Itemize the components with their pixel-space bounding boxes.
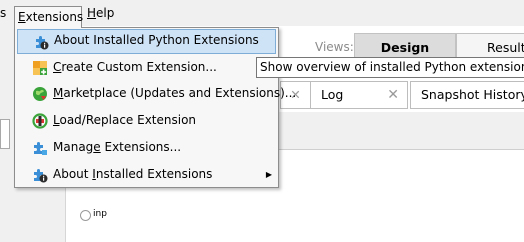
menu-item-label: Create Custom Extension... xyxy=(53,60,217,74)
menu-help[interactable]: Help xyxy=(84,5,117,23)
menu-item-create-custom-extension[interactable]: Create Custom Extension... xyxy=(17,56,276,81)
left-panel-field[interactable] xyxy=(0,119,10,149)
menu-item-label: Marketplace (Updates and Extensions)... xyxy=(53,86,297,100)
tooltip: Show overview of installed Python extens… xyxy=(256,57,524,78)
doc-tab-log[interactable]: Log ✕ xyxy=(310,81,408,109)
close-icon[interactable]: ✕ xyxy=(387,82,399,108)
marketplace-globe-icon xyxy=(32,86,48,102)
python-info-icon xyxy=(33,34,49,50)
menu-item-label: Load/Replace Extension xyxy=(53,113,197,127)
menu-statistics-partial[interactable]: s xyxy=(0,5,9,23)
load-replace-icon xyxy=(32,113,48,129)
menu-label: s xyxy=(0,6,7,20)
create-extension-icon xyxy=(32,60,48,76)
menu-label: elp xyxy=(96,6,115,20)
doc-tab-label: Log xyxy=(321,87,344,102)
views-label: Views: xyxy=(315,40,354,54)
menu-item-about-installed-extensions[interactable]: About Installed Extensions ▶ xyxy=(17,163,276,188)
menu-item-label: Manage Extensions... xyxy=(53,140,182,154)
menu-mnemonic: H xyxy=(87,6,97,20)
menu-extensions[interactable]: Extensions xyxy=(14,6,84,28)
doc-tab-snapshot-history[interactable]: Snapshot History xyxy=(410,81,524,109)
input-port-icon[interactable] xyxy=(80,210,91,221)
menu-item-about-python-extensions[interactable]: About Installed Python Extensions xyxy=(17,29,276,54)
manage-extensions-icon xyxy=(32,140,48,156)
menu-item-marketplace[interactable]: Marketplace (Updates and Extensions)... xyxy=(17,82,296,107)
submenu-arrow-icon: ▶ xyxy=(265,170,272,179)
menu-item-load-replace-extension[interactable]: Load/Replace Extension xyxy=(17,109,276,134)
menu-item-label: About Installed Python Extensions xyxy=(54,33,259,47)
extension-info-icon xyxy=(32,167,48,183)
menu-item-label: About Installed Extensions xyxy=(53,167,213,181)
menu-mnemonic: E xyxy=(18,10,26,24)
input-port-label: inp xyxy=(93,209,107,219)
doc-tab-label: Snapshot History xyxy=(421,87,524,102)
extensions-menu: About Installed Python Extensions Create… xyxy=(14,27,296,188)
menu-item-manage-extensions[interactable]: Manage Extensions... xyxy=(17,136,276,161)
menu-label: xtensions xyxy=(25,10,84,24)
